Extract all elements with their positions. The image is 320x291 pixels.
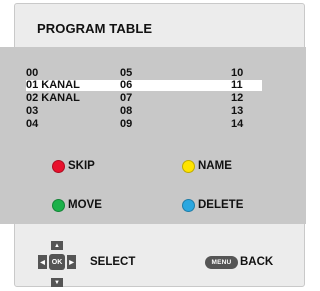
channel-row[interactable]: 00 05 10	[26, 68, 262, 79]
dpad: ▲ ◀ OK ▶ ▼	[38, 241, 76, 287]
delete-legend: DELETE	[182, 198, 243, 212]
channel-row-selected[interactable]: 01 KANAL 06 11	[26, 80, 262, 91]
delete-label: DELETE	[198, 199, 244, 211]
channel-cell[interactable]: 03	[26, 106, 38, 117]
select-label: SELECT	[90, 256, 136, 268]
channel-cell[interactable]: 05	[120, 68, 132, 79]
blue-button-icon	[182, 198, 195, 212]
arrow-down-icon: ▼	[51, 278, 63, 287]
channel-cell[interactable]: 08	[120, 106, 132, 117]
arrow-left-icon: ◀	[38, 255, 47, 269]
move-label: MOVE	[68, 199, 102, 211]
skip-legend: SKIP	[52, 159, 95, 173]
page-title: PROGRAM TABLE	[37, 21, 153, 36]
channel-cell[interactable]: 01 KANAL	[26, 80, 80, 91]
menu-button-icon: MENU	[205, 256, 238, 269]
name-label: NAME	[198, 160, 232, 172]
channel-cell[interactable]: 14	[231, 119, 243, 130]
channel-cell[interactable]: 04	[26, 119, 38, 130]
channel-row[interactable]: 02 KANAL 07 12	[26, 93, 262, 104]
ok-button-icon: OK	[49, 254, 65, 270]
arrow-right-icon: ▶	[67, 255, 76, 269]
name-legend: NAME	[182, 159, 232, 173]
skip-label: SKIP	[68, 160, 95, 172]
channel-cell[interactable]: 02 KANAL	[26, 93, 80, 104]
channel-cell[interactable]: 10	[231, 68, 243, 79]
channel-grid: 00 05 10 01 KANAL 06 11 02 KANAL 07 12 0…	[26, 68, 262, 134]
back-label: BACK	[240, 256, 274, 268]
channel-cell[interactable]: 09	[120, 119, 132, 130]
arrow-up-icon: ▲	[51, 241, 63, 250]
green-button-icon	[52, 198, 65, 212]
channel-cell[interactable]: 07	[120, 93, 132, 104]
channel-cell[interactable]: 12	[231, 93, 243, 104]
channel-cell[interactable]: 13	[231, 106, 243, 117]
channel-cell[interactable]: 11	[231, 80, 243, 91]
red-button-icon	[52, 159, 65, 173]
channel-cell[interactable]: 00	[26, 68, 38, 79]
move-legend: MOVE	[52, 198, 102, 212]
channel-row[interactable]: 04 09 14	[26, 119, 262, 130]
channel-cell[interactable]: 06	[120, 80, 132, 91]
channel-row[interactable]: 03 08 13	[26, 106, 262, 117]
yellow-button-icon	[182, 159, 195, 173]
